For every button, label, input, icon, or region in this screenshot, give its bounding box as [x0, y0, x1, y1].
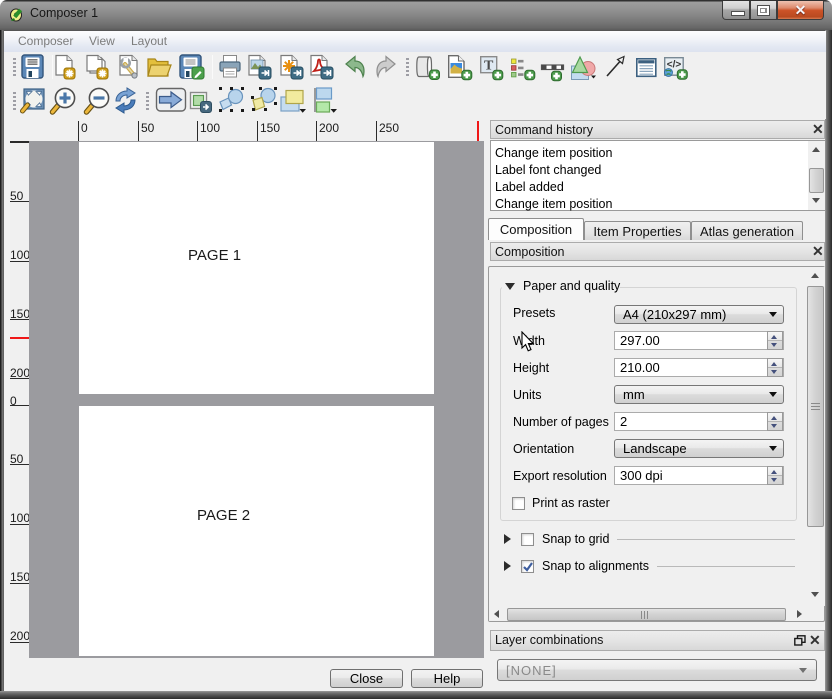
svg-text:T: T [484, 59, 494, 74]
